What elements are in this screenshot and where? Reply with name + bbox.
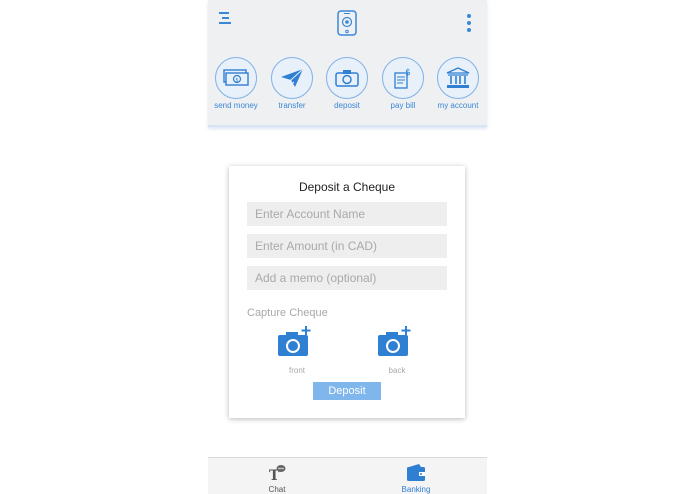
back-label: back — [388, 366, 406, 375]
card-title: Deposit a Cheque — [298, 180, 396, 194]
paper-plane-icon — [281, 68, 304, 87]
phone-screen: $ send money transfer deposit $ pay bill… — [208, 0, 487, 494]
wallet-icon — [407, 464, 425, 481]
front-label: front — [288, 366, 305, 375]
menu-icon[interactable] — [219, 12, 233, 26]
deposit-cheque-card: Deposit a Cheque Capture Cheque front ba… — [229, 166, 465, 418]
deposit-submit-button[interactable]: Deposit — [313, 382, 381, 400]
capture-cheque-title: Capture Cheque — [247, 307, 328, 319]
amount-input[interactable] — [247, 234, 447, 258]
pay-bill-button[interactable]: $ pay bill — [380, 57, 426, 110]
phone-logo-icon — [337, 10, 357, 36]
capture-front-camera-icon[interactable] — [277, 326, 311, 358]
memo-input[interactable] — [247, 266, 447, 290]
pay-bill-label: pay bill — [390, 101, 416, 110]
camera-icon — [335, 70, 359, 87]
transfer-button[interactable]: transfer — [269, 57, 315, 110]
chat-icon: T — [269, 465, 286, 481]
quick-actions: $ send money transfer deposit $ pay bill… — [213, 57, 483, 117]
money-icon: $ — [223, 69, 249, 86]
nav-banking-label: Banking — [401, 485, 431, 494]
account-name-input[interactable] — [247, 202, 447, 226]
more-vertical-icon[interactable] — [466, 14, 472, 32]
send-money-button[interactable]: $ send money — [213, 57, 259, 110]
my-account-button[interactable]: my account — [435, 57, 481, 110]
deposit-label: deposit — [334, 101, 360, 110]
app-header: $ send money transfer deposit $ pay bill… — [208, 0, 487, 127]
bank-icon — [446, 67, 470, 88]
nav-chat[interactable]: T Chat — [247, 458, 307, 494]
nav-chat-label: Chat — [268, 485, 286, 494]
my-account-label: my account — [437, 101, 479, 110]
svg-text:$: $ — [405, 68, 411, 78]
svg-text:$: $ — [235, 77, 238, 83]
send-money-label: send money — [214, 101, 258, 110]
deposit-button[interactable]: deposit — [324, 57, 370, 110]
nav-banking[interactable]: Banking — [386, 458, 446, 494]
capture-back-camera-icon[interactable] — [377, 326, 411, 358]
bill-icon: $ — [394, 68, 411, 89]
bottom-nav: T Chat Banking — [208, 457, 487, 494]
transfer-label: transfer — [278, 101, 306, 110]
